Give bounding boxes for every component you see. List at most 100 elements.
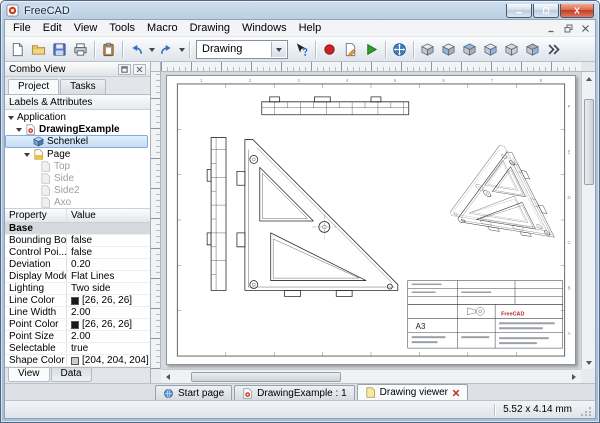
property-row[interactable]: Point Color [26, 26, 26] — [5, 319, 150, 331]
axonometric-view-button[interactable] — [417, 39, 438, 60]
property-value: false — [71, 247, 92, 258]
property-row[interactable]: Shape Color [204, 204, 204] — [5, 355, 150, 367]
tree-item-view-axo[interactable]: Axo — [5, 196, 150, 208]
vertical-scroll-thumb[interactable] — [584, 99, 594, 185]
bottom-view-icon — [525, 42, 540, 57]
paste-clipboard-icon — [101, 42, 116, 57]
right-view-button[interactable] — [480, 39, 501, 60]
tree-item-view-top[interactable]: Top — [5, 160, 150, 172]
bottom-view-button[interactable] — [522, 39, 543, 60]
scroll-up-button[interactable] — [582, 72, 596, 85]
property-row[interactable]: Point Size 2.00 — [5, 331, 150, 343]
fit-all-button[interactable] — [389, 39, 410, 60]
property-row[interactable]: Selectable true — [5, 343, 150, 355]
rear-view-button[interactable] — [501, 39, 522, 60]
expander-open-icon[interactable] — [16, 128, 22, 135]
open-document-button[interactable] — [28, 39, 49, 60]
freecad-app-icon — [6, 4, 19, 17]
tab-view[interactable]: View — [8, 368, 50, 382]
rear-view-icon — [504, 42, 519, 57]
toolbar-overflow-button[interactable] — [543, 39, 564, 60]
close-button[interactable] — [560, 4, 594, 18]
tab-project[interactable]: Project — [8, 79, 59, 94]
front-view-button[interactable] — [438, 39, 459, 60]
vertical-ruler — [151, 72, 161, 369]
property-row[interactable]: Line Color [26, 26, 26] — [5, 295, 150, 307]
menu-windows[interactable]: Windows — [236, 21, 293, 35]
execute-macro-button[interactable] — [361, 39, 382, 60]
property-row[interactable]: Bounding Box false — [5, 235, 150, 247]
combo-view-titlebar[interactable]: Combo View — [5, 62, 150, 77]
expander-open-icon[interactable] — [8, 116, 14, 123]
tab-document[interactable]: DrawingExample : 1 — [234, 385, 354, 400]
tree-item-document[interactable]: DrawingExample — [5, 123, 150, 135]
tree-item-part[interactable]: Schenkel — [5, 135, 148, 148]
menu-help[interactable]: Help — [293, 21, 328, 35]
menu-tools[interactable]: Tools — [103, 21, 141, 35]
expander-open-icon[interactable] — [24, 153, 30, 160]
menu-file[interactable]: File — [7, 21, 37, 35]
frame-column-ref: 4 — [346, 78, 349, 83]
property-row[interactable]: Line Width 2.00 — [5, 307, 150, 319]
new-document-button[interactable] — [7, 39, 28, 60]
redo-button[interactable] — [156, 39, 177, 60]
tab-tasks[interactable]: Tasks — [60, 79, 106, 94]
float-panel-icon — [121, 66, 128, 73]
print-button[interactable] — [70, 39, 91, 60]
paste-button[interactable] — [98, 39, 119, 60]
top-view-button[interactable] — [459, 39, 480, 60]
maximize-button[interactable] — [533, 4, 559, 18]
property-row[interactable]: Lighting Two side — [5, 283, 150, 295]
vertical-scrollbar[interactable] — [581, 72, 595, 369]
titlebar[interactable]: FreeCAD — [4, 1, 596, 19]
tab-data[interactable]: Data — [51, 368, 92, 382]
edit-macro-button[interactable] — [340, 39, 361, 60]
menu-edit[interactable]: Edit — [37, 21, 68, 35]
tree-item-label: Page — [47, 149, 70, 160]
undo-button[interactable] — [126, 39, 147, 60]
child-close-button[interactable] — [577, 22, 593, 35]
save-button[interactable] — [49, 39, 70, 60]
property-value: 2.00 — [71, 331, 90, 342]
workbench-selected-value: Drawing — [202, 43, 242, 55]
close-tab-icon[interactable] — [452, 389, 460, 397]
undo-history-dropdown[interactable] — [147, 39, 156, 60]
horizontal-scrollbar[interactable] — [161, 369, 581, 383]
whats-this-button[interactable] — [291, 39, 312, 60]
drawing-sheet[interactable]: 1 2 3 4 5 6 7 8 F E D C — [166, 75, 576, 365]
scroll-right-button[interactable] — [567, 370, 581, 383]
minimize-button[interactable] — [506, 4, 532, 18]
property-row[interactable]: Control Poi... false — [5, 247, 150, 259]
resize-grip[interactable] — [580, 404, 592, 416]
freecad-window: FreeCAD File Edit View Tools Macro Drawi… — [0, 0, 600, 423]
menu-drawing[interactable]: Drawing — [184, 21, 236, 35]
property-name: Deviation — [5, 259, 67, 270]
chevron-down-icon — [276, 48, 282, 55]
scroll-down-button[interactable] — [582, 356, 596, 369]
tree-item-view-side[interactable]: Side — [5, 172, 150, 184]
horizontal-scroll-thumb[interactable] — [191, 372, 341, 382]
menu-view[interactable]: View — [68, 21, 104, 35]
tree-item-application[interactable]: Application — [5, 111, 150, 123]
redo-history-dropdown[interactable] — [177, 39, 186, 60]
property-group-row[interactable]: Base — [5, 223, 150, 235]
scroll-left-button[interactable] — [161, 370, 175, 383]
child-restore-button[interactable] — [560, 22, 576, 35]
menu-macro[interactable]: Macro — [141, 21, 184, 35]
drawing-viewport[interactable]: 1 2 3 4 5 6 7 8 F E D C — [161, 72, 581, 369]
tab-start-page[interactable]: Start page — [155, 385, 232, 400]
child-minimize-button[interactable] — [543, 22, 559, 35]
panel-float-button[interactable] — [118, 64, 131, 75]
axonometric-view-icon — [420, 42, 435, 57]
panel-close-button[interactable] — [133, 64, 146, 75]
property-row[interactable]: Deviation 0.20 — [5, 259, 150, 271]
status-separator — [494, 404, 495, 416]
tree-item-view-side2[interactable]: Side2 — [5, 184, 150, 196]
tree-item-page[interactable]: Page — [5, 148, 150, 160]
tab-drawing-viewer[interactable]: Drawing viewer — [357, 384, 468, 400]
record-macro-button[interactable] — [319, 39, 340, 60]
tree-item-label: Side — [54, 173, 74, 184]
new-document-icon — [10, 42, 25, 57]
workbench-selector[interactable]: Drawing — [196, 40, 288, 59]
property-row[interactable]: Display Mode Flat Lines — [5, 271, 150, 283]
